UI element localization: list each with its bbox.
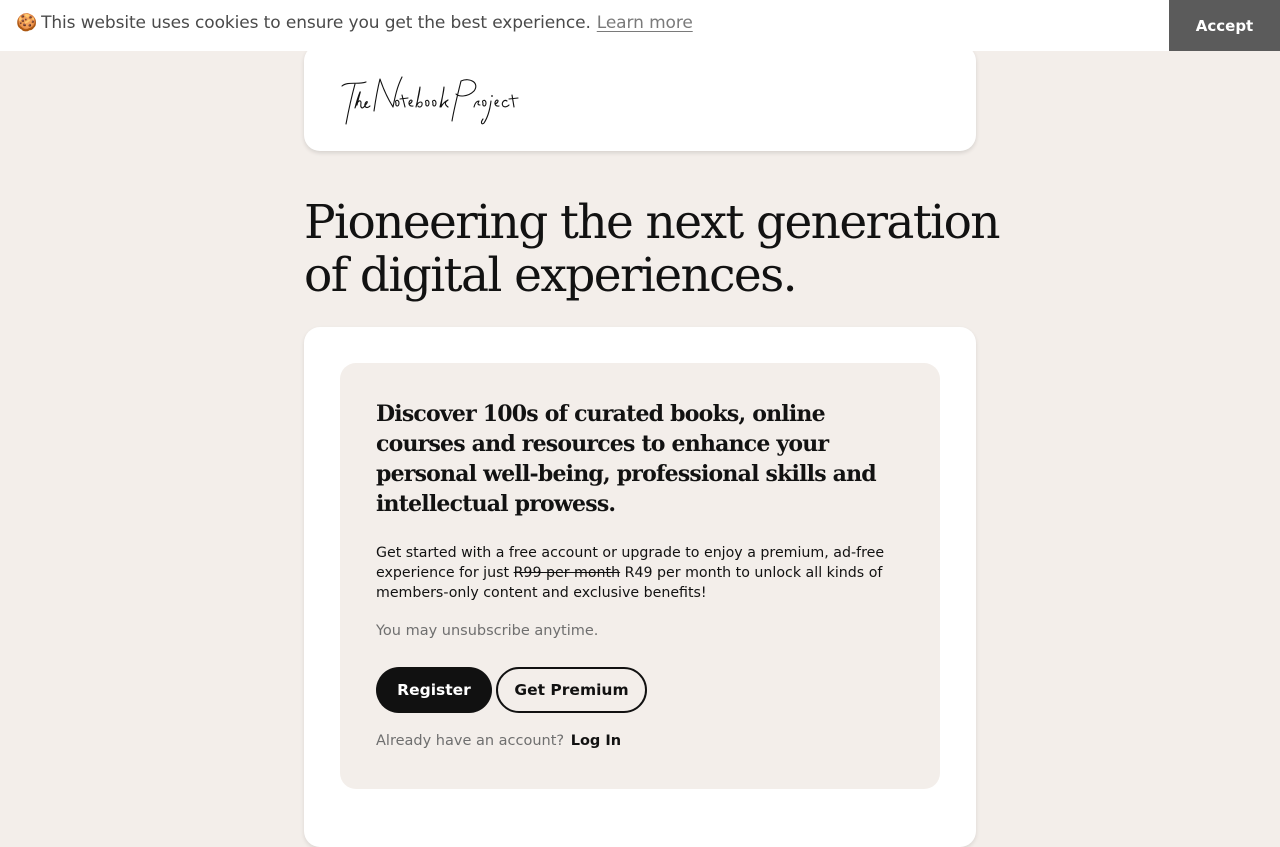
logo-signature-icon <box>341 76 519 125</box>
signup-heading: Discover 100s of curated books, online c… <box>376 401 877 517</box>
site-logo[interactable] <box>340 73 524 129</box>
login-prompt: Already have an account? Log In <box>376 733 621 749</box>
old-price: R99 per month <box>513 565 621 581</box>
main-card: Discover 100s of curated books, online c… <box>304 327 976 847</box>
register-button[interactable]: Register <box>376 667 492 713</box>
login-prompt-text: Already have an account? <box>376 733 565 749</box>
cookie-icon: 🍪 <box>16 13 38 33</box>
cookie-message: 🍪 This website uses cookies to ensure you… <box>16 13 693 33</box>
signup-description: Get started with a free account or upgra… <box>376 543 896 603</box>
accept-cookies-button[interactable]: Accept <box>1169 0 1280 51</box>
signup-panel: Discover 100s of curated books, online c… <box>340 363 940 789</box>
cookie-text: This website uses cookies to ensure you … <box>41 13 591 33</box>
cookie-banner: 🍪 This website uses cookies to ensure you… <box>0 0 1280 51</box>
get-premium-button[interactable]: Get Premium <box>496 667 647 713</box>
hero-title: Pioneering the next generation of digita… <box>304 195 1001 303</box>
learn-more-link[interactable]: Learn more <box>597 13 693 33</box>
unsubscribe-note: You may unsubscribe anytime. <box>376 623 599 639</box>
login-link[interactable]: Log In <box>571 733 621 749</box>
header-card <box>304 45 976 151</box>
